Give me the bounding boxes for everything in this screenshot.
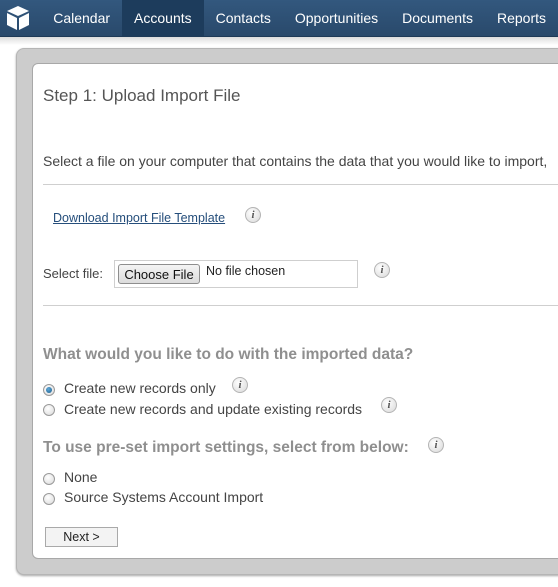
radio-label: None [64, 469, 98, 485]
info-icon[interactable]: i [374, 262, 390, 278]
radio-preset-none[interactable] [43, 473, 55, 485]
info-icon[interactable]: i [245, 207, 261, 223]
import-action-heading: What would you like to do with the impor… [43, 346, 414, 363]
top-navigation-bar: Calendar Accounts Contacts Opportunities… [0, 0, 558, 37]
page-title: Step 1: Upload Import File [43, 86, 241, 105]
radio-label: Create new records only [64, 380, 216, 396]
next-button[interactable]: Next > [45, 527, 118, 547]
import-wizard-panel [32, 63, 558, 559]
nav-item-documents[interactable]: Documents [390, 0, 485, 36]
radio-create-new-only[interactable] [43, 384, 55, 396]
select-file-label: Select file: [43, 266, 103, 281]
step-description: Select a file on your computer that cont… [43, 153, 548, 169]
radio-preset-source-systems[interactable] [43, 493, 55, 505]
choose-file-button[interactable]: Choose File [118, 264, 200, 284]
nav-item-contacts[interactable]: Contacts [204, 0, 283, 36]
download-template-link[interactable]: Download Import File Template [53, 211, 225, 225]
nav-shadow [0, 37, 558, 45]
radio-label: Source Systems Account Import [64, 489, 264, 505]
radio-label: Create new records and update existing r… [64, 401, 363, 417]
file-status: No file chosen [206, 264, 286, 278]
info-icon[interactable]: i [428, 437, 444, 453]
divider [43, 184, 558, 185]
info-icon[interactable]: i [381, 397, 397, 413]
info-icon[interactable]: i [232, 377, 248, 393]
radio-create-and-update[interactable] [43, 404, 55, 416]
preset-heading: To use pre-set import settings, select f… [43, 439, 409, 456]
nav-item-accounts[interactable]: Accounts [122, 0, 204, 36]
nav-item-reports[interactable]: Reports [485, 0, 558, 36]
cube-logo-icon[interactable] [0, 0, 35, 36]
divider [43, 305, 558, 306]
nav-item-calendar[interactable]: Calendar [35, 0, 122, 36]
nav-item-opportunities[interactable]: Opportunities [283, 0, 390, 36]
